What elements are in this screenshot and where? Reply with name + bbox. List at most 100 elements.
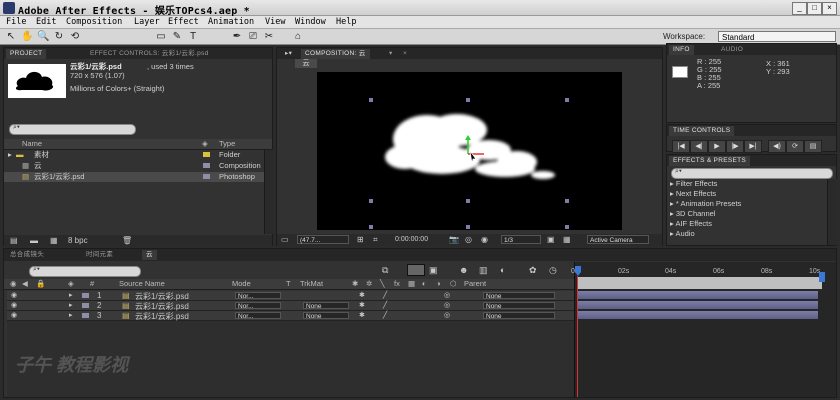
text-tool-icon[interactable]: T (187, 31, 199, 43)
column-trkmat[interactable]: TrkMat (300, 279, 323, 289)
shy-switch-icon[interactable]: ✱ (359, 291, 365, 299)
work-area-bar[interactable] (578, 277, 822, 289)
transform-handle[interactable] (565, 225, 569, 229)
shy-switch-icon[interactable]: ✱ (359, 311, 365, 319)
resolution-dropdown[interactable]: 1/3 (501, 235, 541, 244)
effects-category[interactable]: ▸ AIF Effects (670, 219, 712, 228)
column-parent[interactable]: Parent (464, 279, 486, 289)
column-name[interactable]: Name (22, 139, 42, 149)
transform-handle[interactable] (565, 199, 569, 203)
menu-view[interactable]: View (265, 17, 285, 27)
anchor-axis-icon[interactable]: z (460, 134, 490, 164)
label-swatch[interactable] (203, 163, 210, 168)
effects-category[interactable]: ▸ * Animation Presets (670, 199, 741, 208)
quality-switch-icon[interactable]: ╱ (383, 311, 387, 319)
motion-blur-switch-icon[interactable]: ◐ (422, 279, 427, 289)
brainstorm-icon[interactable]: ✿ (529, 265, 537, 276)
rectangle-tool-icon[interactable]: ▭ (155, 31, 167, 43)
menu-effect[interactable]: Effect (168, 17, 199, 27)
effects-search-input[interactable]: ⌕▾ (671, 168, 833, 179)
column-t[interactable]: T (286, 279, 291, 289)
frame-blend-switch-icon[interactable]: ▦ (408, 279, 415, 289)
layer-row[interactable]: ◉ ▸ 2 ▤ 云彩1/云彩.psd Nor... None ✱ ╱ ◎ Non… (7, 301, 577, 311)
label-column-icon[interactable]: ◈ (202, 139, 208, 149)
comp-breadcrumb[interactable]: 云 (295, 59, 317, 68)
close-tab-icon[interactable]: × (399, 49, 411, 59)
hand-tool-icon[interactable]: ✋ (21, 31, 33, 43)
tab-effect-controls[interactable]: EFFECT CONTROLS: 云彩1/云彩.psd (86, 49, 213, 59)
composition-viewer[interactable]: z (317, 72, 622, 230)
magnification-dropdown[interactable]: (47.7... (297, 235, 349, 244)
transform-handle[interactable] (466, 225, 470, 229)
project-search-input[interactable]: ⌕▾ (9, 124, 136, 135)
timeline-search-input[interactable]: ⌕▾ (29, 266, 141, 277)
mute-audio-button[interactable]: ◀) (768, 140, 786, 153)
project-item-selected[interactable]: ▤ 云彩1/云彩.psd Photoshop (4, 172, 264, 182)
layer-duration-bar[interactable] (578, 301, 818, 309)
minimize-button[interactable]: _ (792, 2, 807, 15)
first-frame-button[interactable]: |◀ (672, 140, 690, 153)
layer-mode-dropdown[interactable]: Nor... (235, 292, 281, 300)
expand-arrow-icon[interactable]: ▸ (8, 150, 12, 160)
eraser-tool-icon[interactable]: ✂ (263, 31, 275, 43)
pen-tool-icon[interactable]: ✎ (171, 31, 183, 43)
puppet-tool-icon[interactable]: ⌂ (292, 31, 304, 43)
playhead-line[interactable] (577, 276, 578, 397)
effects-category[interactable]: ▸ Audio (670, 229, 695, 238)
tab-effects-presets[interactable]: EFFECTS & PRESETS (669, 156, 751, 166)
tab-project[interactable]: PROJECT (6, 49, 47, 59)
adjustment-switch-icon[interactable]: ◑ (436, 279, 441, 289)
parent-dropdown[interactable]: None (483, 302, 555, 310)
safe-margins-icon[interactable]: ⊞ (357, 235, 364, 244)
transform-handle[interactable] (466, 199, 470, 203)
audio-icon[interactable]: ◀ (22, 279, 28, 289)
layer-row[interactable]: ◉ ▸ 1 ▤ 云彩1/云彩.psd Nor... ✱ ╱ ◎ None (7, 291, 577, 301)
menu-edit[interactable]: Edit (36, 17, 56, 27)
shy-switch-icon[interactable]: ✱ (352, 279, 358, 289)
loop-button[interactable]: ⟳ (786, 140, 804, 153)
always-preview-icon[interactable]: ▭ (281, 235, 289, 244)
new-comp-icon[interactable]: ▦ (50, 236, 58, 245)
visibility-eye-icon[interactable]: ◉ (11, 311, 17, 319)
effects-scrollbar[interactable] (827, 179, 837, 245)
column-mode[interactable]: Mode (232, 279, 251, 289)
current-time-display[interactable]: 0:00:00:00 (395, 236, 428, 243)
grid-icon[interactable]: ⌗ (373, 235, 378, 245)
transform-handle[interactable] (565, 98, 569, 102)
label-swatch[interactable] (82, 313, 89, 318)
tab-composition[interactable]: COMPOSITION: 云 (301, 49, 370, 59)
visibility-eye-icon[interactable]: ◉ (11, 301, 17, 309)
next-frame-button[interactable]: |▶ (726, 140, 744, 153)
brush-tool-icon[interactable]: ✒ (231, 31, 243, 43)
ram-preview-button[interactable]: ▤ (804, 140, 822, 153)
menu-help[interactable]: Help (336, 17, 356, 27)
effects-category[interactable]: ▸ 3D Channel (670, 209, 715, 218)
expand-arrow-icon[interactable]: ▸ (69, 291, 73, 299)
tab-timeline-cloud[interactable]: 云 (142, 250, 157, 260)
collapse-switch-icon[interactable]: ✲ (366, 279, 372, 289)
auto-keyframe-icon[interactable]: ◷ (549, 265, 557, 276)
trkmat-dropdown[interactable]: None (303, 312, 349, 320)
parent-pickwhip-icon[interactable]: ◎ (444, 311, 450, 319)
camera-dropdown[interactable]: Active Camera (587, 235, 649, 244)
transform-handle[interactable] (369, 225, 373, 229)
tab-time-controls[interactable]: TIME CONTROLS (669, 126, 735, 136)
column-source-name[interactable]: Source Name (119, 279, 165, 289)
project-item[interactable]: ▦ 云 Composition (4, 161, 264, 171)
clone-stamp-tool-icon[interactable]: ⎚ (247, 31, 259, 43)
effects-category[interactable]: ▸ Next Effects (670, 189, 716, 198)
label-swatch[interactable] (203, 152, 210, 157)
transform-handle[interactable] (369, 199, 373, 203)
previous-frame-button[interactable]: ◀| (690, 140, 708, 153)
rotation-tool-icon[interactable]: ↻ (53, 31, 65, 43)
lock-icon[interactable]: 🔒 (36, 279, 45, 289)
bpc-label[interactable]: 8 bpc (68, 236, 88, 245)
effects-category[interactable]: ▸ Filter Effects (670, 179, 717, 188)
work-area-end-handle[interactable] (819, 272, 825, 282)
column-type[interactable]: Type (219, 139, 235, 149)
parent-pickwhip-icon[interactable]: ◎ (444, 301, 450, 309)
close-button[interactable]: × (822, 2, 837, 15)
quality-switch-icon[interactable]: ╲ (380, 279, 385, 289)
camera-tool-icon[interactable]: ⟲ (69, 31, 81, 43)
layer-row[interactable]: ◉ ▸ 3 ▤ 云彩1/云彩.psd Nor... None ✱ ╱ ◎ Non… (7, 311, 577, 321)
